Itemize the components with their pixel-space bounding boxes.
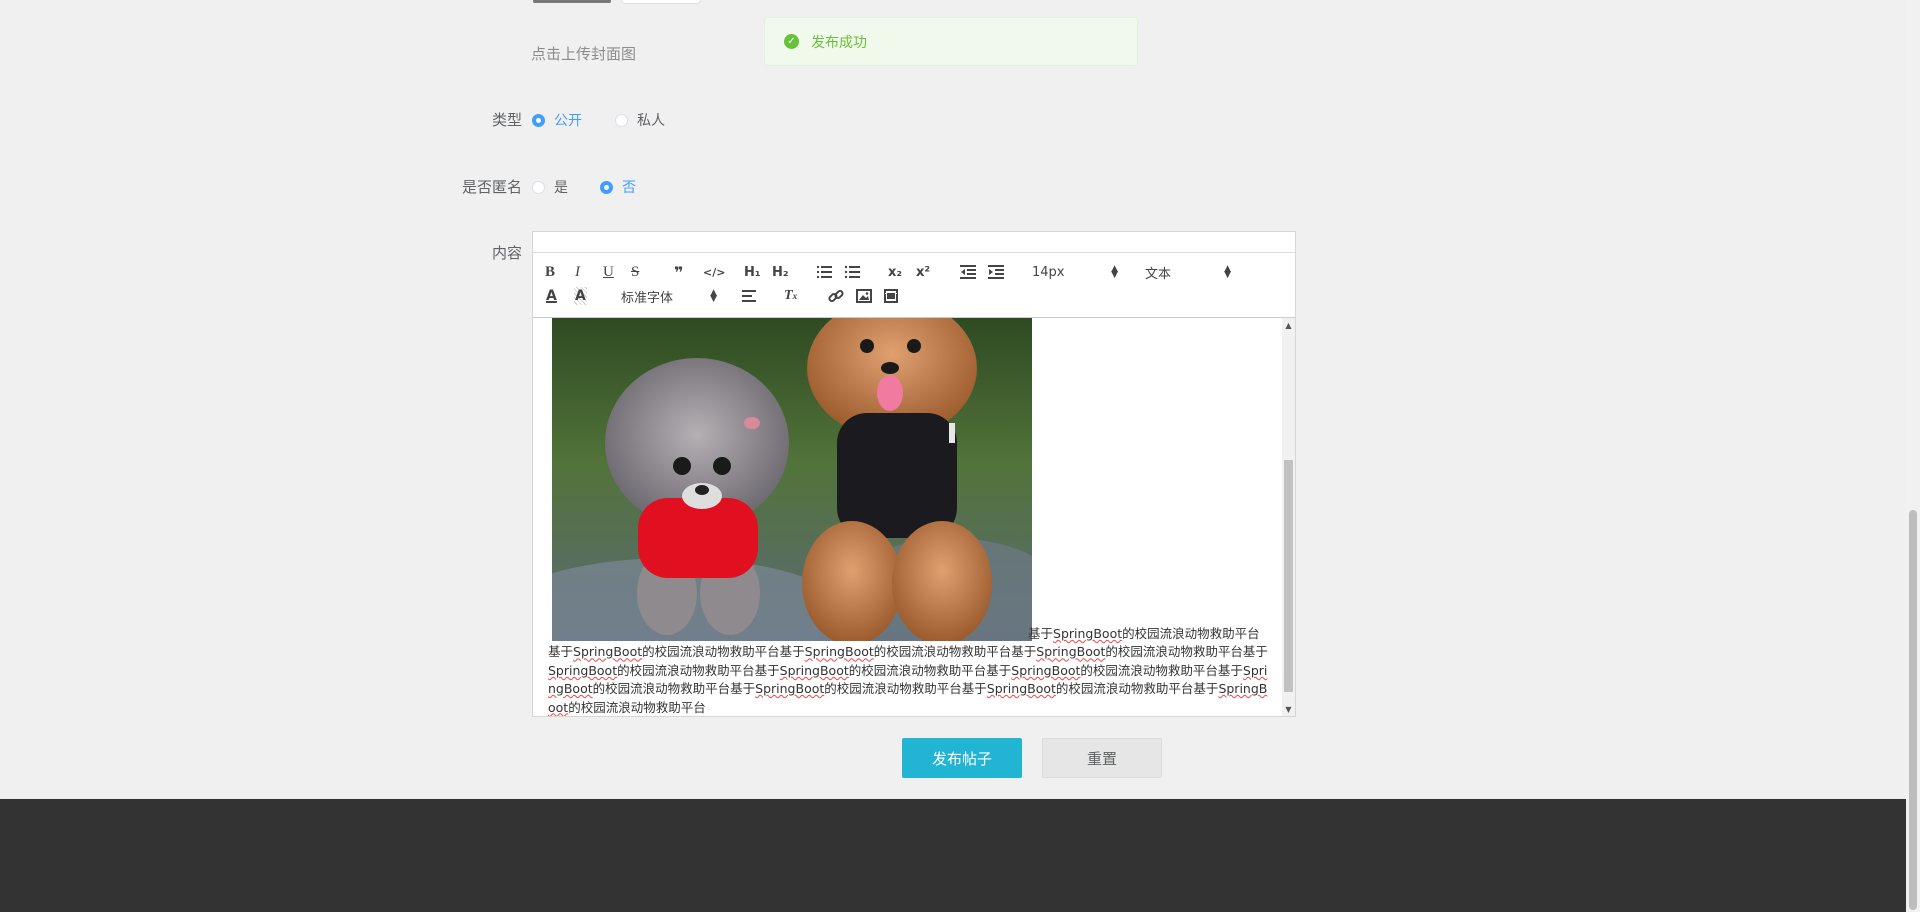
radio-label: 私人 bbox=[637, 113, 665, 129]
upload-cover-hint[interactable]: 点击上传封面图 bbox=[531, 43, 636, 64]
indent-icon[interactable] bbox=[988, 263, 1004, 281]
editor-scroll-thumb[interactable] bbox=[1284, 460, 1293, 692]
anonymous-radio-no[interactable]: 否 bbox=[600, 177, 636, 197]
blockquote-icon[interactable]: ❞ bbox=[674, 263, 683, 282]
font-family-picker[interactable]: 标准字体 ▲ ▼ bbox=[621, 287, 717, 306]
picker-arrows-icon: ▲ ▼ bbox=[1111, 264, 1118, 280]
text-segment: 的校园流浪动物救助平台基于 bbox=[617, 662, 780, 678]
text-segment: 的校园流浪动物救助平台基于 bbox=[873, 644, 1037, 660]
strikethrough-icon[interactable]: S bbox=[631, 263, 639, 281]
picker-arrows-icon: ▲ ▼ bbox=[1224, 264, 1231, 280]
misspelled-word: SpringBoot bbox=[1053, 626, 1123, 641]
background-color-icon[interactable]: A bbox=[574, 287, 587, 305]
scroll-up-arrow-icon[interactable]: ▲ bbox=[1282, 318, 1295, 332]
text-segment: 的校园流浪动物救助平台基于 bbox=[642, 644, 805, 660]
misspelled-word: SpringBoot bbox=[1011, 662, 1081, 678]
misspelled-word: SpringBoot bbox=[986, 681, 1056, 697]
text-segment: 的校园流浪动物救助平台基于 bbox=[1080, 662, 1243, 678]
radio-dot bbox=[532, 180, 545, 194]
radio-dot bbox=[600, 180, 613, 194]
rich-text-editor[interactable]: B I U S ❞ </> H₁ H₂ x₂ x² 14px ▲ ▼ 文本 ▲ ▼ … bbox=[532, 231, 1296, 717]
underline-icon[interactable]: U bbox=[603, 263, 614, 281]
text-segment: 基于 bbox=[1028, 626, 1054, 641]
content-label: 内容 bbox=[491, 244, 522, 262]
clear-format-icon[interactable]: Tx bbox=[784, 287, 797, 305]
check-circle-icon: ✓ bbox=[784, 34, 799, 49]
text-segment: 的校园流浪动物救助平台基于 bbox=[592, 681, 756, 697]
image-icon[interactable] bbox=[856, 287, 872, 305]
header-1-icon[interactable]: H₁ bbox=[744, 263, 761, 281]
text-color-icon[interactable]: A bbox=[546, 287, 557, 305]
radio-label: 否 bbox=[622, 180, 636, 196]
misspelled-word: SpringBoot bbox=[804, 644, 874, 660]
picker-arrows-icon: ▲ ▼ bbox=[710, 288, 717, 304]
radio-dot bbox=[532, 113, 545, 127]
page-scrollbar[interactable] bbox=[1906, 0, 1920, 912]
publish-post-button[interactable]: 发布帖子 bbox=[902, 738, 1022, 778]
type-radio-private[interactable]: 私人 bbox=[615, 110, 665, 130]
page-footer bbox=[0, 799, 1920, 912]
misspelled-word: SpringBoot bbox=[1036, 644, 1106, 660]
reset-button[interactable]: 重置 bbox=[1042, 738, 1162, 778]
link-icon[interactable] bbox=[828, 287, 844, 305]
cover-thumbnail[interactable] bbox=[533, 0, 611, 3]
post-body-text: 基于SpringBoot的校园流浪动物救助平台基于SpringBoot的校园流浪… bbox=[548, 625, 1268, 716]
superscript-icon[interactable]: x² bbox=[916, 263, 930, 281]
misspelled-word: SpringBoot bbox=[573, 644, 643, 660]
text-segment: 的校园流浪动物救助平台基于 bbox=[848, 662, 1012, 678]
toast-message: 发布成功 bbox=[811, 34, 867, 51]
editor-toolbar: B I U S ❞ </> H₁ H₂ x₂ x² 14px ▲ ▼ 文本 ▲ ▼ … bbox=[533, 253, 1295, 318]
success-toast: ✓ 发布成功 bbox=[764, 17, 1138, 66]
bullet-list-icon[interactable] bbox=[844, 263, 860, 281]
type-label: 类型 bbox=[491, 111, 522, 129]
font-size-value: 14px bbox=[1032, 264, 1065, 280]
italic-icon[interactable]: I bbox=[575, 263, 580, 281]
misspelled-word: SpringBoot bbox=[548, 662, 618, 678]
type-radio-public[interactable]: 公开 bbox=[532, 110, 582, 130]
page-scroll-thumb[interactable] bbox=[1909, 510, 1917, 910]
outdent-icon[interactable] bbox=[960, 263, 976, 281]
header-picker[interactable]: 文本 ▲ ▼ bbox=[1145, 263, 1231, 282]
code-block-icon[interactable]: </> bbox=[703, 263, 725, 281]
subscript-icon[interactable]: x₂ bbox=[888, 263, 902, 281]
editor-scrollbar[interactable]: ▲ ▼ bbox=[1282, 318, 1295, 716]
cover-upload-box[interactable] bbox=[621, 0, 701, 4]
radio-label: 是 bbox=[554, 180, 568, 196]
bold-icon[interactable]: B bbox=[545, 263, 555, 281]
misspelled-word: SpringBoot bbox=[755, 681, 825, 697]
header-picker-value: 文本 bbox=[1145, 266, 1172, 282]
anonymous-radio-yes[interactable]: 是 bbox=[532, 177, 568, 197]
text-segment: 的校园流浪动物救助平台基于 bbox=[824, 681, 987, 697]
anonymous-label: 是否匿名 bbox=[461, 178, 522, 196]
radio-dot bbox=[615, 113, 628, 127]
text-segment: 的校园流浪动物救助平台 bbox=[568, 699, 706, 715]
align-icon[interactable] bbox=[742, 287, 758, 305]
editor-content[interactable]: 基于SpringBoot的校园流浪动物救助平台基于SpringBoot的校园流浪… bbox=[533, 318, 1281, 716]
post-image-two-poodles bbox=[552, 318, 1032, 641]
video-icon[interactable] bbox=[884, 287, 898, 305]
font-family-value: 标准字体 bbox=[621, 290, 674, 306]
misspelled-word: SpringBoot bbox=[779, 662, 849, 678]
font-size-picker[interactable]: 14px ▲ ▼ bbox=[1032, 263, 1118, 281]
text-segment: 的校园流浪动物救助平台基于 bbox=[1105, 644, 1268, 660]
header-2-icon[interactable]: H₂ bbox=[772, 263, 789, 281]
radio-label: 公开 bbox=[554, 113, 582, 129]
text-segment: 的校园流浪动物救助平台基于 bbox=[1055, 681, 1219, 697]
ordered-list-icon[interactable] bbox=[816, 263, 832, 281]
scroll-down-arrow-icon[interactable]: ▼ bbox=[1282, 702, 1295, 716]
